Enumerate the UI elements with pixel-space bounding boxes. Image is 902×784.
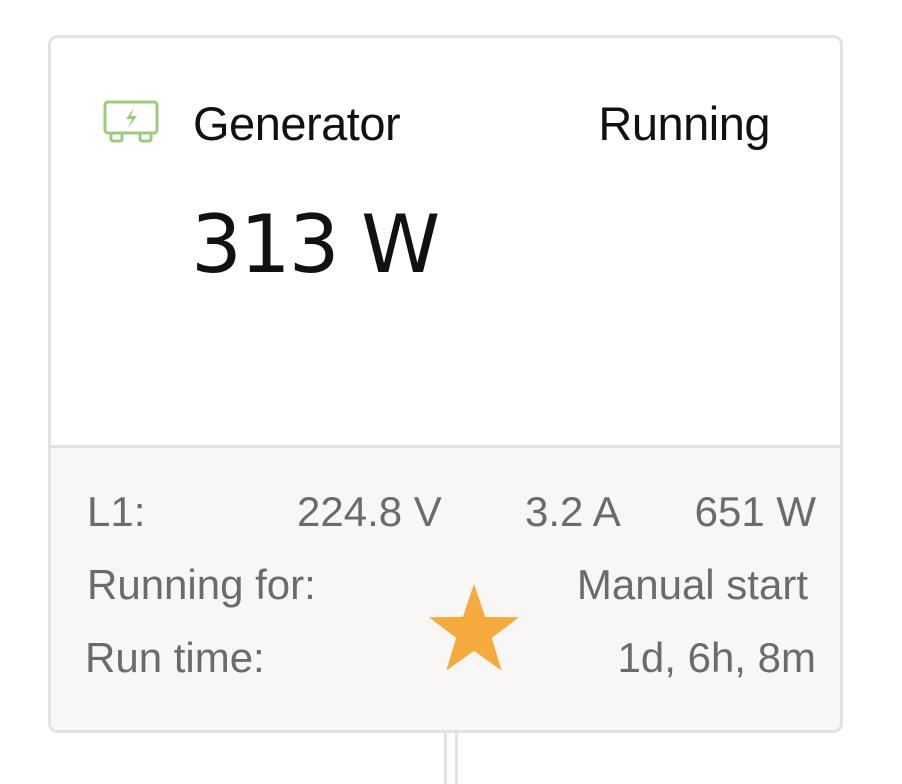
running-for-label: Running for: xyxy=(87,561,316,608)
l1-label: L1: xyxy=(87,488,146,535)
status-label: Running xyxy=(598,97,770,150)
power-readout: 313 W xyxy=(191,198,440,291)
l1-voltage: 224.8 V xyxy=(297,488,442,535)
l1-power: 651 W xyxy=(694,488,816,535)
details-panel: L1: 224.8 V 3.2 A 651 W Running for: Man… xyxy=(51,448,840,730)
card-header: Generator Running 313 W xyxy=(51,38,840,446)
connector-line xyxy=(444,733,458,784)
l1-current: 3.2 A xyxy=(525,488,621,535)
run-time-label: Run time: xyxy=(85,634,265,681)
run-time-value: 1d, 6h, 8m xyxy=(617,634,816,681)
star-icon[interactable] xyxy=(427,582,521,672)
running-for-value: Manual start xyxy=(576,561,808,608)
generator-icon xyxy=(103,100,159,143)
generator-card[interactable]: Generator Running 313 W L1: 224.8 V 3.2 … xyxy=(48,35,843,733)
card-title: Generator xyxy=(193,97,401,150)
